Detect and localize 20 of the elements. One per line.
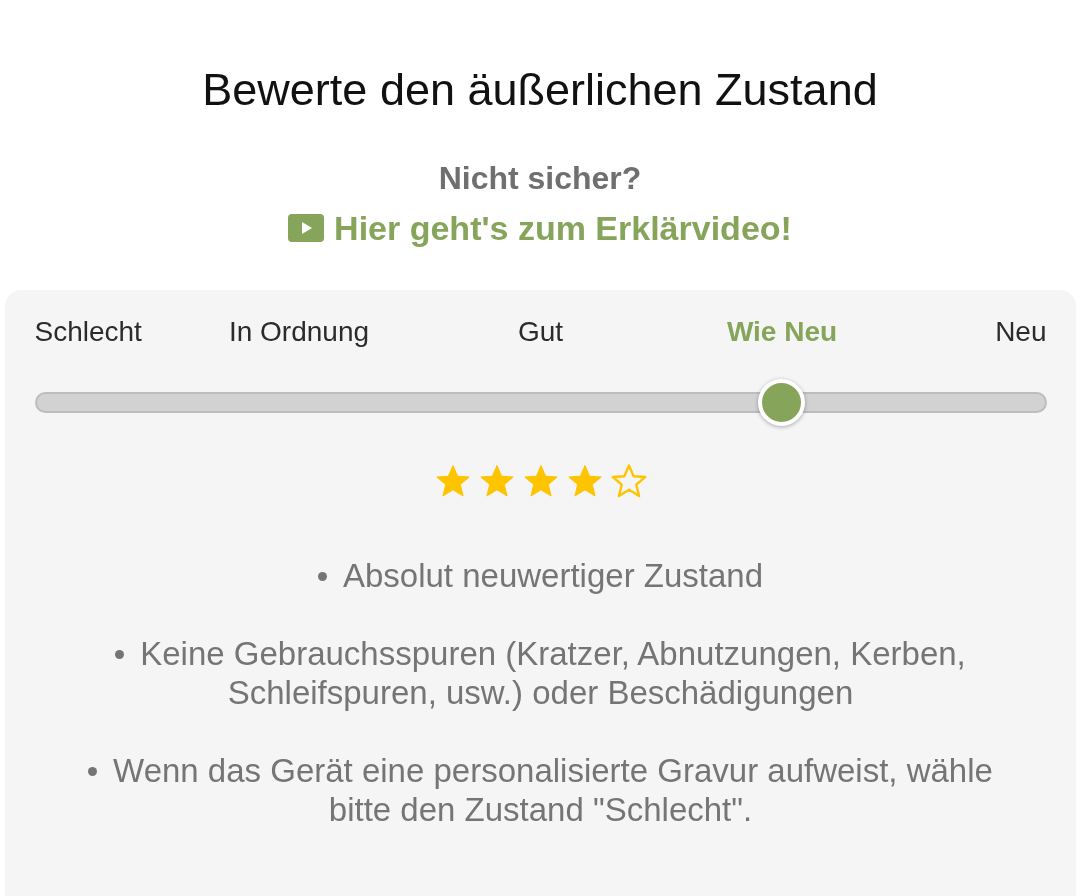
- condition-option[interactable]: Gut: [517, 312, 564, 352]
- play-icon: [288, 214, 325, 242]
- star-icon: [566, 464, 603, 498]
- feature-text: Keine Gebrauchsspuren (Kratzer, Abnutzungen, Kerben, Schleifspuren, usw.) oder Beschädigungen: [140, 635, 966, 711]
- bullet-icon: [317, 571, 327, 581]
- bullet-icon: [115, 649, 125, 659]
- feature-text: Wenn das Gerät eine personalisierte Gravur aufweist, wähle bitte den Zustand "Schlecht".: [113, 752, 993, 828]
- slider-track[interactable]: [34, 379, 1047, 425]
- condition-option[interactable]: Schlecht: [34, 312, 142, 352]
- page-title: Bewerte den äußerlichen Zustand: [202, 63, 878, 117]
- star-icon: [478, 464, 515, 498]
- empty-star-icon: [610, 464, 647, 498]
- slider-thumb[interactable]: [758, 379, 806, 426]
- condition-option[interactable]: In Ordnung: [228, 312, 370, 352]
- help-question: Nicht sicher?: [438, 159, 642, 198]
- condition-option[interactable]: Neu: [995, 312, 1047, 352]
- feature-text: Absolut neuwertiger Zustand: [342, 557, 764, 594]
- bullet-icon: [88, 766, 98, 776]
- star-icon: [522, 464, 559, 498]
- star-icon: [434, 464, 471, 498]
